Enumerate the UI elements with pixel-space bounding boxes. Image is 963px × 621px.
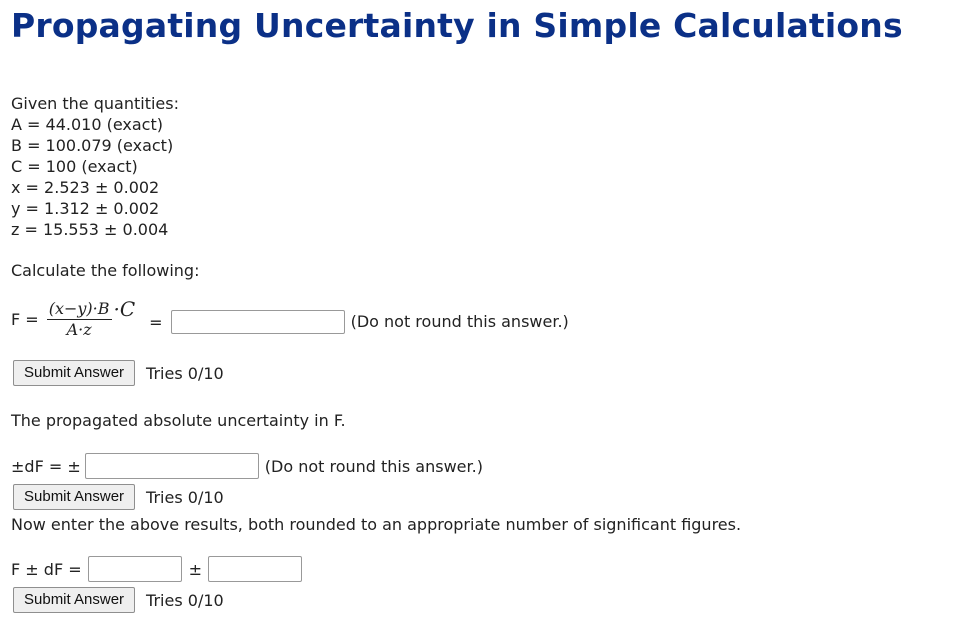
formula-row: F = (x−y)·B A·z ·C = (Do not round this …: [11, 296, 569, 339]
formula-numerator: (x−y)·B: [46, 299, 112, 320]
submit-answer-button-df[interactable]: Submit Answer: [13, 484, 136, 510]
given-quantities: Given the quantities: A = 44.010 (exact)…: [11, 93, 179, 240]
rounded-prompt: Now enter the above results, both rounde…: [11, 515, 742, 534]
given-label: Given the quantities:: [11, 94, 179, 113]
formula-fraction: (x−y)·B A·z: [46, 299, 112, 339]
tries-counter-df: Tries 0/10: [146, 487, 224, 507]
f-rounded-input[interactable]: [87, 556, 182, 582]
formula-equals: =: [149, 313, 163, 332]
df-no-round-note: (Do not round this answer.): [264, 456, 483, 476]
quantity-y: y = 1.312 ± 0.002: [11, 199, 160, 218]
formula-denominator: A·z: [66, 320, 92, 339]
quantity-x: x = 2.523 ± 0.002: [11, 178, 160, 197]
df-rounded-input[interactable]: [208, 556, 303, 582]
calculate-label: Calculate the following:: [11, 261, 200, 280]
f-answer-input[interactable]: [170, 309, 345, 334]
submit-answer-button-f[interactable]: Submit Answer: [13, 360, 136, 386]
quantity-z: z = 15.553 ± 0.004: [11, 220, 169, 239]
df-answer-input[interactable]: [84, 453, 259, 479]
plus-minus-sign: ±: [188, 559, 203, 579]
page-title: Propagating Uncertainty in Simple Calcul…: [11, 6, 903, 45]
df-label: ±dF = ±: [11, 456, 81, 476]
tries-counter-f: Tries 0/10: [146, 363, 224, 383]
quantity-c: C = 100 (exact): [11, 157, 138, 176]
formula-multiplier: ·C: [113, 296, 136, 321]
f-pm-df-label: F ± dF =: [11, 559, 82, 579]
formula-lhs: F =: [11, 310, 39, 329]
quantity-a: A = 44.010 (exact): [11, 115, 163, 134]
quantity-b: B = 100.079 (exact): [11, 136, 174, 155]
f-no-round-note: (Do not round this answer.): [350, 312, 569, 331]
uncertainty-prompt: The propagated absolute uncertainty in F…: [11, 411, 346, 430]
tries-counter-rounded: Tries 0/10: [146, 590, 224, 610]
submit-answer-button-rounded[interactable]: Submit Answer: [13, 587, 136, 613]
